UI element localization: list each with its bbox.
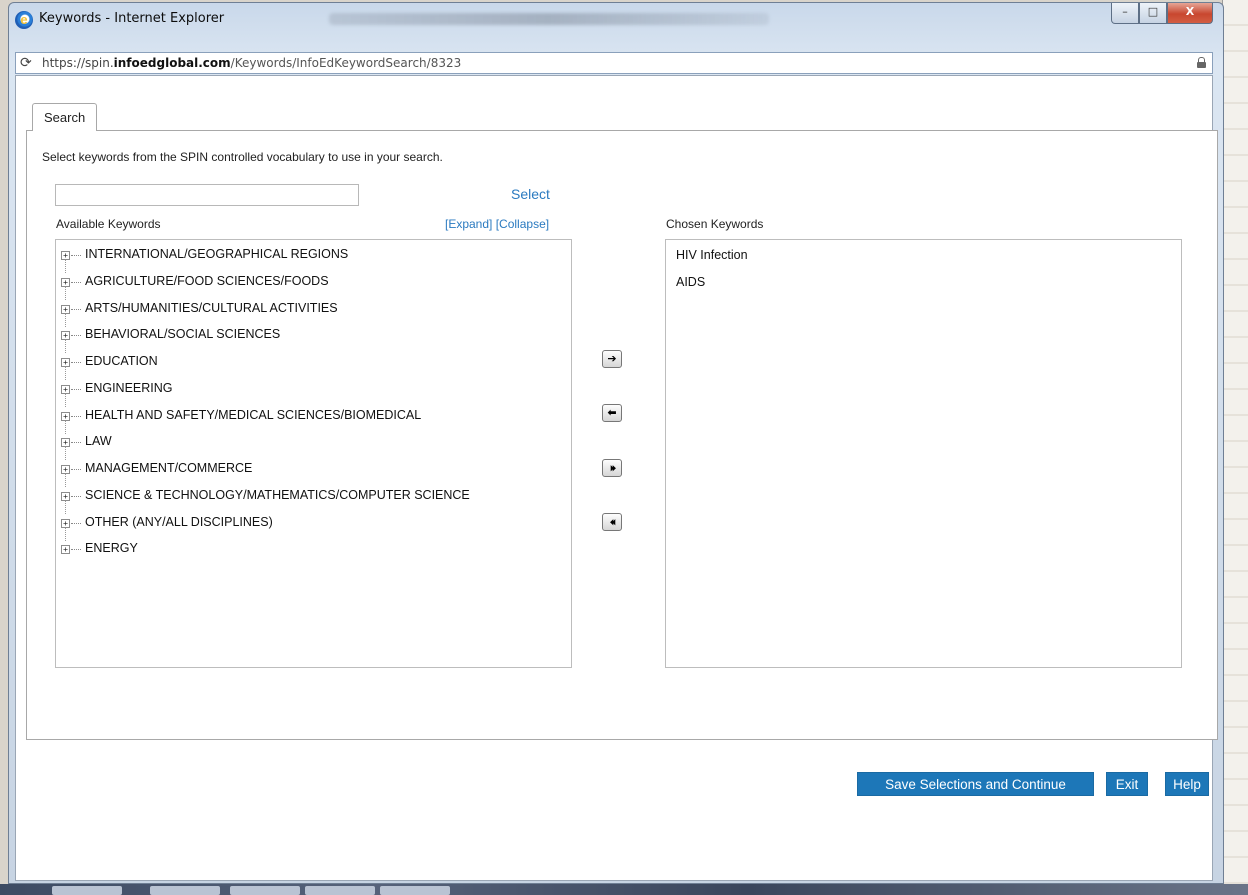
tree-node-label[interactable]: INTERNATIONAL/GEOGRAPHICAL REGIONS (85, 247, 348, 261)
tree-node-label[interactable]: ENERGY (85, 541, 138, 555)
tree-node-label[interactable]: MANAGEMENT/COMMERCE (85, 461, 252, 475)
expand-plus-icon[interactable]: + (61, 277, 70, 287)
expand-plus-icon[interactable]: + (61, 545, 70, 555)
url-path: /Keywords/InfoEdKeywordSearch/8323 (230, 56, 462, 70)
expand-plus-icon[interactable]: + (61, 251, 70, 260)
chosen-keyword-item[interactable]: HIV Infection (676, 248, 748, 275)
remove-keyword-button[interactable]: ⬅ (602, 404, 622, 422)
tree-node-label[interactable]: BEHAVIORAL/SOCIAL SCIENCES (85, 327, 280, 341)
double-arrow-left-icon: ⏴⏴ (610, 518, 616, 527)
taskbar-item[interactable] (150, 886, 220, 895)
lock-icon[interactable] (1197, 57, 1206, 68)
expand-plus-icon[interactable]: + (61, 518, 70, 528)
keyword-search-input[interactable] (55, 184, 359, 206)
url-scheme: https://spin. (42, 56, 114, 70)
expand-plus-icon[interactable]: + (61, 358, 70, 367)
url-domain: infoedglobal.com (113, 56, 231, 70)
minimize-button[interactable]: – (1111, 3, 1139, 24)
close-button[interactable]: X (1167, 3, 1213, 24)
page-loading-icon: ⟳ (20, 55, 32, 71)
internet-explorer-icon: e (15, 11, 33, 29)
tree-node-label[interactable]: EDUCATION (85, 354, 158, 368)
add-keyword-button[interactable]: ➔ (602, 350, 622, 368)
arrow-left-icon: ⬅ (607, 406, 617, 419)
add-all-keywords-button[interactable]: ⏵⏵ (602, 459, 622, 477)
tree-node-label[interactable]: SCIENCE & TECHNOLOGY/MATHEMATICS/COMPUTE… (85, 488, 470, 502)
window-title: Keywords - Internet Explorer (39, 11, 225, 26)
collapse-link[interactable]: [Collapse] (496, 217, 549, 231)
select-link[interactable]: Select (511, 186, 550, 202)
chosen-keywords-list[interactable]: HIV Infection AIDS (665, 239, 1182, 668)
blurred-background-title (329, 13, 769, 25)
expand-plus-icon[interactable]: + (61, 411, 70, 421)
expand-plus-icon[interactable]: + (61, 304, 70, 314)
tab-search[interactable]: Search (32, 103, 98, 131)
tree-node-label[interactable]: OTHER (ANY/ALL DISCIPLINES) (85, 515, 273, 529)
tree-node-label[interactable]: AGRICULTURE/FOOD SCIENCES/FOODS (85, 274, 329, 288)
available-keywords-label: Available Keywords (56, 217, 161, 231)
expand-link[interactable]: [Expand] (445, 217, 492, 231)
tree-node-label[interactable]: ARTS/HUMANITIES/CULTURAL ACTIVITIES (85, 301, 338, 315)
chosen-keyword-items: HIV Infection AIDS (676, 248, 748, 302)
double-arrow-right-icon: ⏵⏵ (610, 464, 616, 473)
expand-plus-icon[interactable]: + (61, 438, 70, 448)
caption-buttons: – □ X (1111, 3, 1213, 25)
available-keywords-list[interactable]: + INTERNATIONAL/GEOGRAPHICAL REGIONS + AGR… (55, 239, 572, 668)
help-button[interactable]: Help (1165, 772, 1209, 796)
maximize-button[interactable]: □ (1139, 3, 1167, 24)
arrow-right-icon: ➔ (607, 352, 617, 365)
address-url[interactable]: https://spin.infoedglobal.com/Keywords/I… (42, 56, 461, 70)
background-window-edge (1222, 0, 1248, 895)
taskbar (0, 884, 1248, 895)
taskbar-item[interactable] (230, 886, 300, 895)
page-content: Search Select keywords from the SPIN con… (15, 75, 1218, 881)
address-bar[interactable]: ⟳ https://spin.infoedglobal.com/Keywords… (15, 52, 1213, 74)
tree-node-label[interactable]: LAW (85, 434, 112, 448)
save-selections-button[interactable]: Save Selections and Continue (857, 772, 1094, 796)
expand-collapse-links: [Expand] [Collapse] (445, 217, 549, 231)
tree-node-label[interactable]: HEALTH AND SAFETY/MEDICAL SCIENCES/BIOME… (85, 408, 421, 422)
expand-plus-icon[interactable]: + (61, 465, 70, 474)
title-bar[interactable]: e Keywords - Internet Explorer – □ X (9, 3, 1223, 51)
remove-all-keywords-button[interactable]: ⏴⏴ (602, 513, 622, 531)
expand-plus-icon[interactable]: + (61, 331, 70, 341)
chosen-keywords-label: Chosen Keywords (666, 217, 764, 231)
tree-node-label[interactable]: ENGINEERING (85, 381, 173, 395)
taskbar-item[interactable] (52, 886, 122, 895)
expand-plus-icon[interactable]: + (61, 491, 70, 501)
exit-button[interactable]: Exit (1106, 772, 1148, 796)
expand-plus-icon[interactable]: + (61, 384, 70, 394)
ie-window: e Keywords - Internet Explorer – □ X ⟳ h… (8, 2, 1224, 884)
chosen-keyword-item[interactable]: AIDS (676, 275, 748, 302)
taskbar-item[interactable] (380, 886, 450, 895)
taskbar-item[interactable] (305, 886, 375, 895)
instructions-text: Select keywords from the SPIN controlled… (42, 150, 443, 164)
